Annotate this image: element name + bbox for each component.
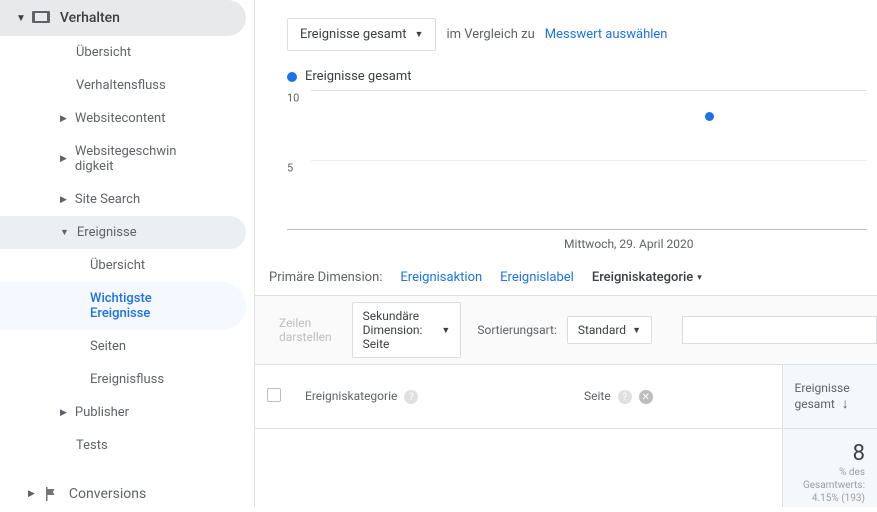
dimension-active-label: Ereigniskategorie (592, 270, 693, 285)
toolbar: Ereignisse gesamt ▼ im Vergleich zu Mess… (255, 0, 877, 59)
nav-subitem-eventflow[interactable]: Ereignisfluss (0, 363, 254, 396)
nav-section-behavior[interactable]: ▼ Verhalten (0, 0, 246, 36)
nav-section-label: Conversions (69, 486, 146, 502)
nav-subitem-overview[interactable]: Übersicht (0, 249, 254, 282)
line-chart[interactable]: 10 5 Mittwoch, 29. April 2020 (287, 90, 867, 230)
summary-sub: Gesamtwerts: (795, 479, 866, 492)
nav-item-events[interactable]: ▼ Ereignisse (0, 216, 246, 249)
column-header-events[interactable]: Ereignisse gesamt ↓ (782, 365, 877, 429)
sort-dropdown[interactable]: Standard ▼ (567, 316, 652, 344)
nav-subitem-topevents[interactable]: Wichtigste Ereignisse (0, 282, 246, 330)
sort-label: Sortierungsart: (477, 323, 557, 337)
sidebar: ▼ Verhalten Übersicht Verhaltensfluss ▶ … (0, 0, 255, 507)
table-controls: Zeilen darstellen Sekundäre Dimension: S… (255, 295, 877, 365)
nav-item-label: Publisher (75, 405, 129, 420)
metric-dropdown[interactable]: Ereignisse gesamt ▼ (287, 18, 436, 51)
caret-right-icon: ▶ (60, 408, 67, 418)
column-header-category[interactable]: Ereigniskategorie ? (293, 365, 572, 429)
select-metric-link[interactable]: Messwert auswählen (545, 27, 668, 42)
caret-right-icon: ▶ (60, 114, 67, 124)
dimension-option[interactable]: Ereignislabel (500, 270, 574, 285)
flag-icon (43, 486, 59, 502)
gridline (311, 160, 867, 161)
legend-dot-icon (287, 72, 297, 82)
main-content: Ereignisse gesamt ▼ im Vergleich zu Mess… (255, 0, 877, 507)
nav-item-sitecontent[interactable]: ▶ Websitecontent (0, 102, 254, 135)
summary-cell: 8 % des Gesamtwerts: 4.15% (193) (782, 429, 877, 508)
caret-down-icon: ▼ (60, 227, 69, 238)
legend-label: Ereignisse gesamt (305, 69, 412, 84)
select-all-checkbox[interactable] (267, 388, 281, 402)
sort-down-icon: ↓ (842, 396, 849, 412)
caret-down-icon: ▼ (632, 325, 641, 336)
dropdown-label: Standard (578, 323, 626, 337)
caret-right-icon: ▶ (60, 154, 67, 164)
data-point[interactable] (705, 112, 714, 121)
header-label: Seite (584, 389, 611, 403)
remove-dimension-icon[interactable]: ✕ (639, 390, 653, 404)
chart-legend: Ereignisse gesamt (287, 69, 867, 84)
data-table: Ereigniskategorie ? Seite ? ✕ Ereignisse… (255, 365, 877, 507)
plot-rows-button: Zeilen darstellen (269, 310, 342, 350)
nav-item-overview[interactable]: Übersicht (0, 36, 254, 69)
nav-item-sitespeed[interactable]: ▶ Websitegeschwin digkeit (0, 135, 254, 183)
dropdown-label: Sekundäre Dimension: Seite (363, 309, 436, 351)
nav-item-sitesearch[interactable]: ▶ Site Search (0, 183, 254, 216)
column-header-page[interactable]: Seite ? ✕ (572, 365, 782, 429)
nav-item-label: Ereignisse (77, 225, 137, 240)
dimension-option[interactable]: Ereignisaktion (400, 270, 482, 285)
help-icon[interactable]: ? (404, 390, 418, 404)
secondary-dimension-dropdown[interactable]: Sekundäre Dimension: Seite ▼ (352, 302, 462, 358)
nav-item-tests[interactable]: Tests (0, 429, 254, 462)
nav-item-label: Websitecontent (75, 111, 166, 126)
search-input[interactable] (682, 316, 877, 344)
x-axis-label: Mittwoch, 29. April 2020 (564, 237, 693, 251)
dimension-label: Primäre Dimension: (269, 270, 382, 285)
compare-label: im Vergleich zu (446, 27, 534, 42)
caret-down-icon: ▼ (415, 29, 424, 40)
caret-down-icon: ▾ (697, 273, 702, 283)
chart-area: Ereignisse gesamt 10 5 Mittwoch, 29. Apr… (255, 69, 877, 230)
nav-subitem-pages[interactable]: Seiten (0, 330, 254, 363)
help-icon[interactable]: ? (618, 390, 632, 404)
nav-item-label: Websitegeschwin digkeit (75, 144, 177, 174)
gridline (311, 90, 867, 91)
nav-item-behaviorflow[interactable]: Verhaltensfluss (0, 69, 254, 102)
caret-down-icon: ▼ (441, 325, 450, 336)
nav-item-publisher[interactable]: ▶ Publisher (0, 396, 254, 429)
summary-sub: % des (795, 466, 866, 479)
summary-row: 8 % des Gesamtwerts: 4.15% (193) (255, 429, 877, 508)
caret-right-icon: ▶ (60, 195, 67, 205)
nav-item-label: Site Search (75, 192, 140, 207)
caret-right-icon: ▶ (28, 489, 35, 499)
summary-sub: 4.15% (193) (795, 492, 866, 505)
caret-down-icon: ▼ (16, 13, 26, 24)
screen-icon (32, 11, 50, 25)
summary-value: 8 (795, 441, 866, 466)
nav-section-label: Verhalten (60, 10, 120, 26)
dimension-active[interactable]: Ereigniskategorie ▾ (592, 270, 702, 285)
dropdown-label: Ereignisse gesamt (300, 27, 407, 42)
y-tick-label: 10 (287, 92, 299, 105)
header-label: Ereigniskategorie (305, 389, 397, 403)
y-tick-label: 5 (287, 162, 293, 175)
